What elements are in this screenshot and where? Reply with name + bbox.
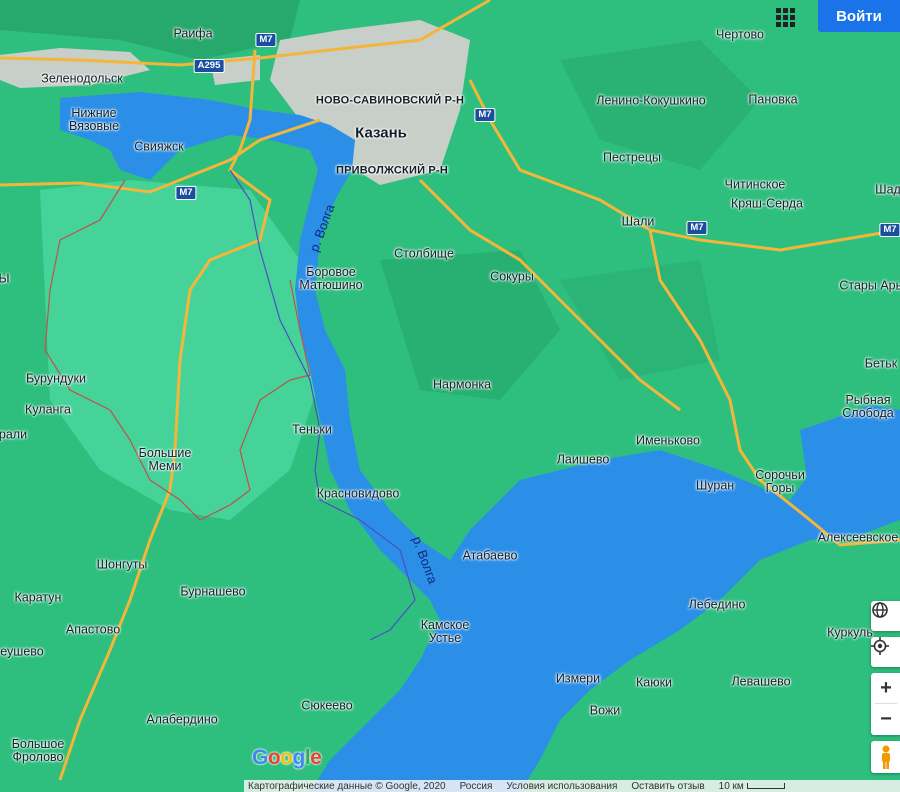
logo-letter: o [280,746,293,769]
place-label: Алабердино [146,712,218,727]
road-shield-m7: M7 [175,186,197,200]
map-data-attribution: Картографические данные © Google, 2020 [248,780,446,792]
zoom-in-button[interactable]: + [871,673,900,703]
place-label: Бурундуки [26,371,86,386]
place-label: Сорочьи Горы [755,468,805,495]
road-shield-m7: M7 [255,33,277,47]
logo-letter: g [292,746,306,769]
place-label: Лаишево [556,452,610,467]
place-label: Теньки [292,422,332,437]
place-label: Вожи [589,703,621,718]
crosshair-icon [871,637,889,655]
minus-icon: − [880,707,892,730]
map-canvas[interactable]: M7 A295 M7 M7 M7 M7 Раифа Зеленодольск Н… [0,0,900,792]
place-label: еушево [0,644,44,659]
road-shield-m7: M7 [474,108,496,122]
place-label: Кряш-Серда [731,196,803,211]
place-label: Большое Фролово [11,737,65,764]
place-label: Свияжск [134,139,184,154]
place-label: Раифа [173,26,213,41]
login-button[interactable]: Войти [818,0,900,32]
place-label: Шад [875,182,900,197]
place-label: Сюкеево [301,698,353,713]
place-label: Шуран [695,478,735,493]
terms-link[interactable]: Условия использования [506,781,617,792]
place-label: Сокуры [490,269,534,284]
place-label: Рыбная Слобода [842,393,894,420]
region-link[interactable]: Россия [460,781,493,792]
plus-icon: + [880,676,892,699]
logo-letter: G [252,746,268,769]
place-label: Измери [555,671,601,686]
place-label: рали [0,427,28,442]
feedback-link[interactable]: Оставить отзыв [631,781,704,792]
place-label: Зеленодольск [41,71,123,86]
pegman-icon [882,745,890,769]
place-label: Читинское [724,177,786,192]
map-base-layer [0,0,900,792]
place-label: Камское Устье [420,618,470,645]
place-label: Ы [0,271,10,286]
place-label: Апастово [65,622,121,637]
zoom-control: + − [871,673,900,735]
globe-icon[interactable] [871,601,900,631]
zoom-out-button[interactable]: − [871,704,900,734]
scale-label[interactable]: 10 км [719,781,785,792]
pegman-button[interactable] [871,741,900,773]
logo-letter: e [310,746,322,769]
place-label: Шонгуты [96,557,148,572]
district-label: НОВО-САВИНОВСКИЙ Р-Н [315,94,465,107]
place-label: Чертово [716,27,764,42]
place-label: Куркуль [827,625,873,640]
place-label: Каюки [635,675,673,690]
user-avatar-strip [881,46,900,47]
place-label: Шали [621,214,655,229]
place-label: Нижние Вязовые [68,106,120,133]
logo-letter: o [267,746,281,769]
apps-grid-icon[interactable] [772,4,796,28]
place-label: Именьково [636,433,700,448]
place-label: Алексеевское [817,530,899,545]
place-label: Кулангa [25,402,71,417]
globe-icon-glyph [872,602,888,618]
place-label: Атабаево [462,548,518,563]
road-shield-a295: A295 [193,59,225,73]
place-label: Бетьк [864,356,898,371]
google-logo: Google [252,746,322,770]
road-shield-m7: M7 [686,221,708,235]
district-label: ПРИВОЛЖСКИЙ Р-Н [336,164,448,177]
place-label: Столбище [394,246,454,261]
place-label: Каратун [14,590,62,605]
place-label: Стары Арыш [839,278,900,293]
place-label: Пановка [748,92,798,107]
place-label: Боровое Матюшино [299,265,363,292]
place-label: Ленино-Кокушкино [596,93,706,108]
place-label: Нармонка [432,377,492,392]
map-footer: Картографические данные © Google, 2020 Р… [244,780,900,792]
place-label: Большие Меми [138,446,192,473]
place-label: Левашево [731,674,791,689]
city-label: Казань [355,124,407,142]
place-label: Лебедино [688,597,746,612]
place-label: Пестрецы [603,150,661,165]
my-location-icon[interactable] [871,637,900,667]
road-shield-m7: M7 [879,223,900,237]
place-label: Бурнашево [180,584,246,599]
scale-bar [746,782,785,789]
scale-text: 10 км [718,780,744,792]
place-label: Красновидово [316,486,400,501]
